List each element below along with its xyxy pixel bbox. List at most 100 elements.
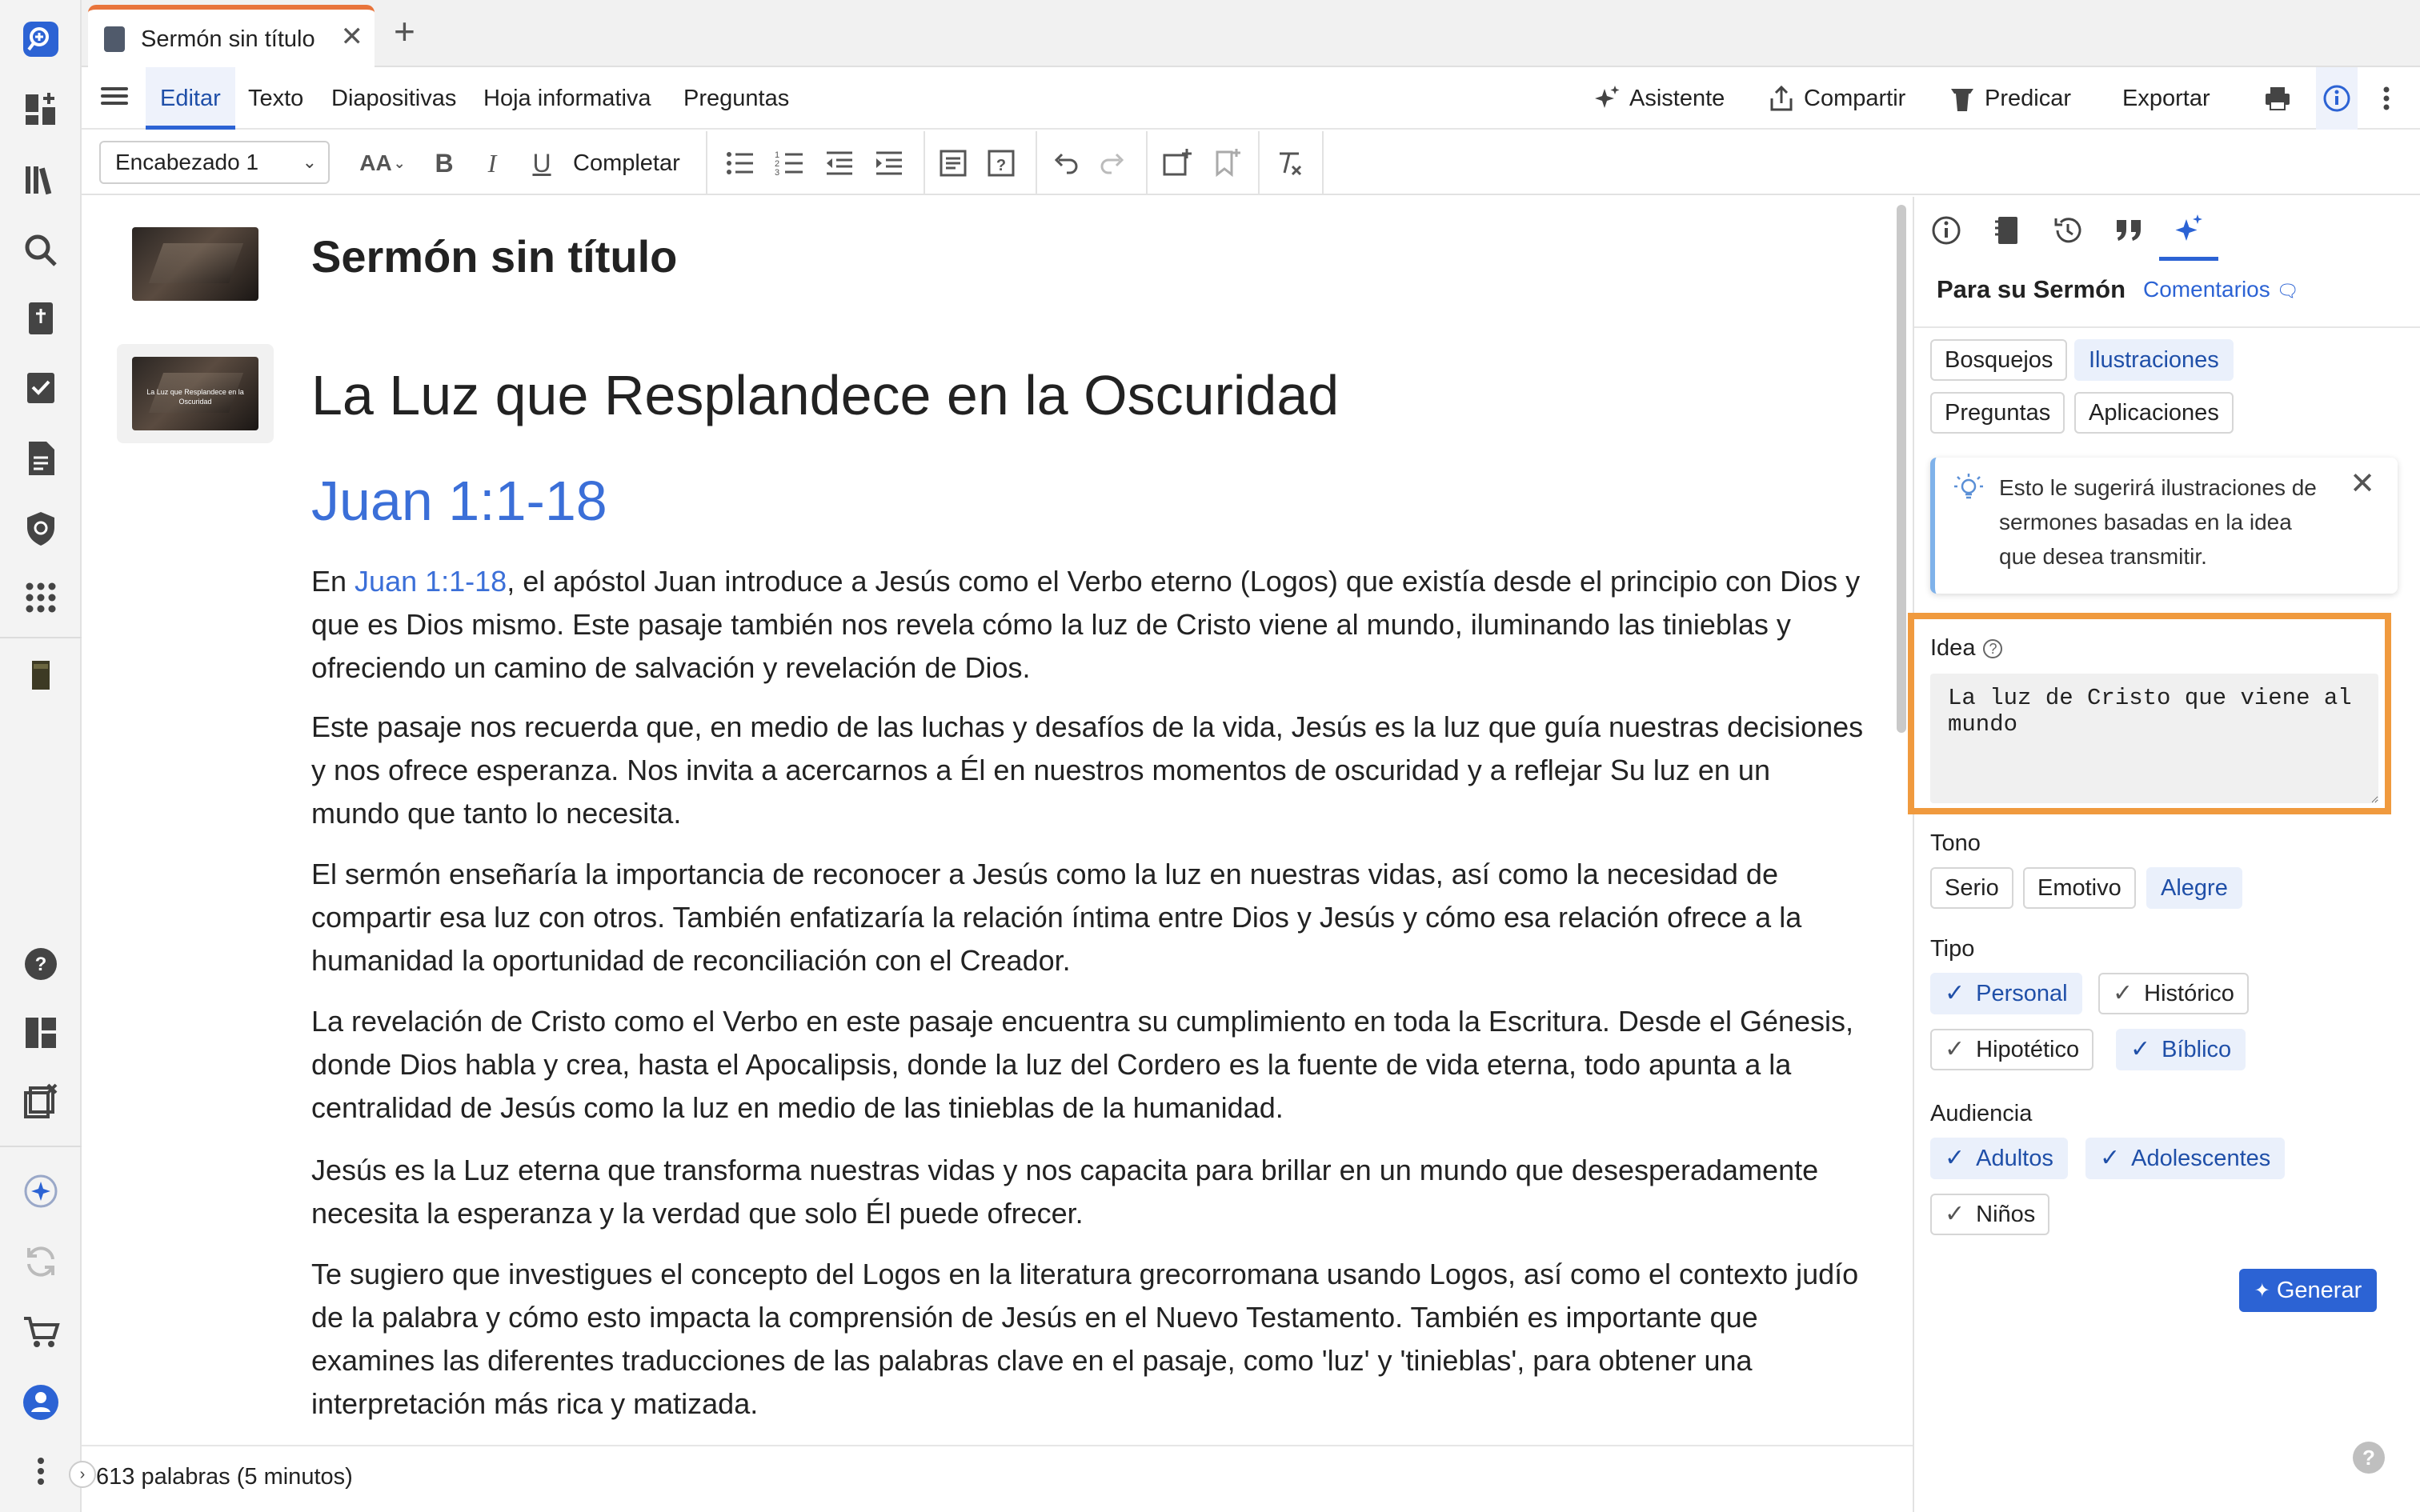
search-icon[interactable] [18, 227, 64, 274]
library-icon[interactable] [18, 157, 64, 203]
audience-adultos[interactable]: ✓ Adultos [1930, 1138, 2068, 1179]
question-block-icon[interactable]: ? [981, 142, 1021, 184]
search-plus-logo-icon[interactable] [18, 16, 64, 62]
editor-scrollbar[interactable] [1897, 205, 1906, 733]
paragraph-style-select[interactable]: Encabezado 1 ⌄ [99, 141, 330, 184]
shield-icon[interactable] [18, 506, 64, 552]
share-button[interactable]: Compartir [1767, 67, 1905, 130]
tone-alegre[interactable]: Alegre [2146, 867, 2242, 909]
bold-icon[interactable]: B [424, 142, 464, 184]
new-tab-button[interactable]: + [394, 10, 415, 53]
category-preguntas[interactable]: Preguntas [1930, 392, 2065, 434]
audience-label: Audiencia [1930, 1101, 2033, 1126]
help-icon[interactable]: ? [18, 941, 64, 987]
paragraph-1[interactable]: En Juan 1:1-18, el apóstol Juan introduc… [311, 560, 1864, 690]
audience-adolescentes[interactable]: ✓ Adolescentes [2085, 1138, 2286, 1179]
type-historico[interactable]: ✓ Histórico [2098, 973, 2249, 1014]
tone-emotivo[interactable]: Emotivo [2023, 867, 2136, 909]
paragraph-4[interactable]: La revelación de Cristo como el Verbo en… [311, 1000, 1864, 1130]
undo-icon[interactable] [1045, 142, 1085, 184]
paragraph-3[interactable]: El sermón enseñaría la importancia de re… [311, 853, 1864, 982]
scripture-reference-heading[interactable]: Juan 1:1-18 [311, 469, 607, 533]
numbered-list-icon[interactable]: 123 [770, 142, 810, 184]
sermon-title[interactable]: Sermón sin título [311, 230, 677, 282]
share-label: Compartir [1804, 85, 1906, 111]
clear-formatting-icon[interactable] [1269, 142, 1309, 184]
more-options-icon[interactable] [2372, 67, 2401, 130]
text-block-icon[interactable] [933, 142, 973, 184]
word-count: 613 palabras (5 minutos) [96, 1464, 353, 1490]
layout-icon[interactable] [18, 1010, 64, 1056]
heading-slide-thumbnail[interactable]: La Luz que Resplandece en la Oscuridad [117, 344, 274, 443]
add-slide-icon[interactable] [1157, 142, 1197, 184]
add-bookmark-icon[interactable] [1207, 142, 1247, 184]
help-circle-icon[interactable]: ? [1983, 639, 2003, 659]
panel-tab-notebook-icon[interactable] [1983, 206, 2031, 254]
export-button[interactable]: Exportar [2122, 67, 2210, 130]
preach-button[interactable]: Predicar [1948, 67, 2071, 130]
help-icon[interactable]: ? [2353, 1442, 2385, 1474]
paragraph-5[interactable]: Jesús es la Luz eterna que transforma nu… [311, 1149, 1864, 1235]
menu-editar[interactable]: Editar [146, 67, 235, 130]
panel-tab-ai-sparkle-icon[interactable] [2159, 202, 2218, 261]
checkmark-icon: ✓ [2130, 1036, 2151, 1062]
font-size-button[interactable]: AA ⌄ [357, 142, 408, 184]
generate-button[interactable]: ✦ Generar [2239, 1269, 2377, 1312]
panel-tab-info-icon[interactable] [1922, 206, 1970, 254]
bible-icon[interactable] [18, 296, 64, 342]
menu-preguntas[interactable]: Preguntas [683, 67, 789, 130]
assistant-panel: Para su Sermón Comentarios 🗨 Bosquejos I… [1908, 197, 2420, 1512]
paragraph-2[interactable]: Este pasaje nos recuerda que, en medio d… [311, 706, 1864, 835]
feedback-link[interactable]: Comentarios 🗨 [2143, 277, 2298, 302]
outdent-icon[interactable] [819, 142, 859, 184]
panel-tabs [1914, 197, 2420, 261]
ai-sparkle-icon[interactable] [18, 1168, 64, 1214]
bullet-list-icon[interactable] [720, 142, 760, 184]
panel-tab-history-icon[interactable] [2044, 206, 2092, 254]
menu-hoja-informativa[interactable]: Hoja informativa [483, 67, 651, 130]
category-ilustraciones[interactable]: Ilustraciones [2074, 339, 2234, 381]
book-icon[interactable] [18, 653, 64, 699]
expand-chevron-icon[interactable]: › [69, 1461, 96, 1488]
document-tab[interactable]: Sermón sin título ✕ [88, 5, 375, 69]
underline-icon[interactable]: U [522, 142, 562, 184]
dashboard-add-icon[interactable] [18, 86, 64, 133]
paragraph-6[interactable]: Te sugiero que investigues el concepto d… [311, 1253, 1864, 1426]
sync-icon[interactable] [18, 1238, 64, 1285]
share-icon [1770, 85, 1793, 111]
cart-icon[interactable] [18, 1309, 64, 1355]
sermon-heading[interactable]: La Luz que Resplandece en la Oscuridad [311, 363, 1339, 427]
category-bosquejos[interactable]: Bosquejos [1930, 339, 2068, 381]
idea-input[interactable]: La luz de Cristo que viene al mundo [1930, 674, 2378, 803]
tone-serio[interactable]: Serio [1930, 867, 2013, 909]
close-all-panels-icon[interactable] [18, 1078, 64, 1125]
scripture-link[interactable]: Juan 1:1-18 [355, 565, 507, 598]
menu-diapositivas[interactable]: Diapositivas [331, 67, 456, 130]
document-editor[interactable]: Sermón sin título La Luz que Resplandece… [82, 197, 1913, 1445]
type-hipotetico[interactable]: ✓ Hipotético [1930, 1029, 2094, 1070]
info-toggle-button[interactable] [2316, 67, 2358, 130]
checklist-icon[interactable] [18, 365, 64, 411]
type-personal[interactable]: ✓ Personal [1930, 973, 2082, 1014]
account-icon[interactable] [18, 1379, 64, 1426]
document-icon[interactable] [18, 435, 64, 482]
italic-icon[interactable]: I [472, 142, 512, 184]
close-icon[interactable]: ✕ [2350, 466, 2375, 502]
close-tab-icon[interactable]: ✕ [341, 21, 364, 53]
apps-grid-icon[interactable] [18, 574, 64, 621]
redo-icon[interactable] [1093, 142, 1133, 184]
title-slide-thumbnail[interactable] [117, 214, 274, 314]
hamburger-menu-icon[interactable] [101, 83, 128, 110]
type-biblico[interactable]: ✓ Bíblico [2116, 1029, 2246, 1070]
complete-button[interactable]: Completar [573, 142, 680, 184]
print-button[interactable] [2263, 67, 2300, 130]
menu-texto[interactable]: Texto [248, 67, 303, 130]
info-callout: Esto le sugerirá ilustraciones de sermon… [1930, 458, 2398, 594]
more-vertical-icon[interactable] [18, 1448, 64, 1494]
checkmark-icon: ✓ [1945, 1201, 1965, 1227]
panel-tab-quotes-icon[interactable] [2105, 206, 2153, 254]
category-aplicaciones[interactable]: Aplicaciones [2074, 392, 2234, 434]
indent-icon[interactable] [869, 142, 909, 184]
assistant-button[interactable]: Asistente [1593, 67, 1725, 130]
audience-ninos[interactable]: ✓ Niños [1930, 1194, 2050, 1235]
